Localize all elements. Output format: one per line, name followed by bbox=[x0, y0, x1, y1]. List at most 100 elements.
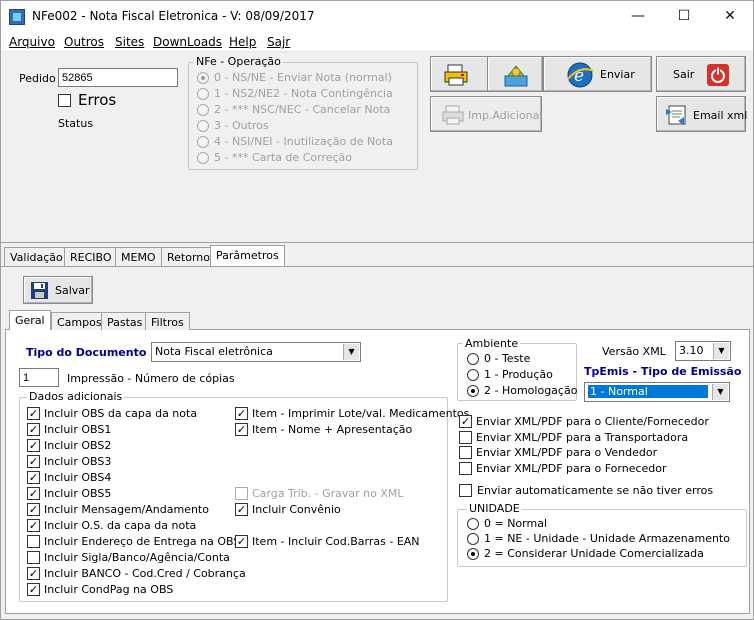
tab-retorno[interactable]: Retorno bbox=[161, 247, 216, 266]
ambiente-option-1-label: 1 - Produção bbox=[484, 368, 553, 381]
tipo-documento-label: Tipo do Documento : bbox=[26, 346, 155, 359]
dados-left-10-checkbox[interactable]: ✓ bbox=[27, 567, 40, 580]
tab-memo[interactable]: MEMO bbox=[115, 247, 162, 266]
chevron-down-icon[interactable]: ▼ bbox=[712, 384, 728, 400]
menu-bar: Arquivo Outros Sites DownLoads Help Sajr bbox=[1, 32, 753, 52]
tab-filtros[interactable]: Filtros bbox=[145, 312, 190, 330]
versao-xml-select[interactable]: 3.10 ▼ bbox=[675, 341, 731, 361]
dados-left-2-label: Incluir OBS2 bbox=[44, 439, 112, 452]
dados-right-1-label: Item - Nome + Apresentação bbox=[252, 423, 413, 436]
cod-barras-checkbox[interactable]: ✓ bbox=[235, 535, 248, 548]
operacao-option-3-radio[interactable] bbox=[197, 120, 209, 132]
dados-left-4-checkbox[interactable]: ✓ bbox=[27, 471, 40, 484]
sair-button[interactable]: Sair bbox=[656, 56, 746, 92]
chevron-down-icon[interactable]: ▼ bbox=[343, 344, 359, 360]
imp-adicional-label: Imp.Adicional bbox=[468, 109, 543, 122]
carga-trib-checkbox[interactable] bbox=[235, 487, 248, 500]
unidade-title: UNIDADE bbox=[467, 502, 522, 515]
tab-pastas[interactable]: Pastas bbox=[101, 312, 149, 330]
ambiente-option-0-radio[interactable] bbox=[467, 353, 479, 365]
operacao-option-5-radio[interactable] bbox=[197, 152, 209, 164]
tipo-documento-select[interactable]: Nota Fiscal eletrônica ▼ bbox=[151, 342, 361, 362]
unidade-option-2-radio[interactable] bbox=[467, 548, 479, 560]
auto-envio-checkbox[interactable] bbox=[459, 484, 472, 497]
ie-send-icon: e bbox=[567, 62, 595, 88]
versao-xml-value: 3.10 bbox=[679, 344, 704, 357]
tpemis-label: TpEmis - Tipo de Emissão bbox=[584, 365, 742, 378]
enviar-opt-1-label: Enviar XML/PDF para a Transportadora bbox=[476, 430, 689, 444]
sair-label: Sair bbox=[673, 68, 695, 81]
ambiente-option-1-radio[interactable] bbox=[467, 369, 479, 381]
chevron-down-icon[interactable]: ▼ bbox=[713, 343, 729, 359]
menu-downloads[interactable]: DownLoads bbox=[153, 35, 222, 49]
copias-input[interactable] bbox=[19, 368, 59, 387]
ambiente-option-2-label: 2 - Homologação bbox=[484, 384, 578, 397]
operacao-option-2-radio[interactable] bbox=[197, 104, 209, 116]
imp-adicional-button[interactable]: Imp.Adicional bbox=[430, 96, 542, 132]
config-button[interactable] bbox=[487, 56, 543, 92]
dados-left-4-label: Incluir OBS4 bbox=[44, 471, 112, 484]
maximize-button[interactable]: ☐ bbox=[661, 1, 707, 32]
status-label: Status bbox=[58, 117, 94, 130]
dados-left-9-checkbox[interactable] bbox=[27, 551, 40, 564]
tab-recibo[interactable]: RECIBO bbox=[64, 247, 118, 266]
dados-left-5-checkbox[interactable]: ✓ bbox=[27, 487, 40, 500]
enviar-opt-2-checkbox[interactable] bbox=[459, 446, 472, 459]
unidade-option-2-label: 2 = Considerar Unidade Comercializada bbox=[484, 547, 704, 560]
dados-right-1-checkbox[interactable]: ✓ bbox=[235, 423, 248, 436]
dados-right-0-label: Item - Imprimir Lote/val. Medicamentos bbox=[252, 407, 470, 420]
salvar-button[interactable]: Salvar bbox=[23, 276, 93, 304]
dados-left-3-label: Incluir OBS3 bbox=[44, 455, 112, 468]
operacao-option-4-radio[interactable] bbox=[197, 136, 209, 148]
floppy-disk-icon bbox=[31, 282, 48, 299]
enviar-opt-0-checkbox[interactable]: ✓ bbox=[459, 415, 472, 428]
email-xml-button[interactable]: Email xml bbox=[656, 96, 748, 132]
menu-outros[interactable]: Outros bbox=[64, 35, 104, 49]
operacao-option-1-radio[interactable] bbox=[197, 88, 209, 100]
operacao-option-4-label: 4 - NSI/NEI - Inutilização de Nota bbox=[214, 135, 393, 148]
title-bar[interactable]: NFe002 - Nota Fiscal Eletronica - V: 08/… bbox=[1, 1, 753, 32]
dados-left-8-checkbox[interactable] bbox=[27, 535, 40, 548]
tab-validacao[interactable]: Validação bbox=[4, 247, 69, 266]
ambiente-option-2-radio[interactable] bbox=[467, 385, 479, 397]
close-button[interactable]: ✕ bbox=[707, 1, 753, 32]
dados-left-3-checkbox[interactable]: ✓ bbox=[27, 455, 40, 468]
printer-disabled-icon bbox=[442, 105, 464, 125]
app-icon bbox=[9, 9, 25, 25]
operacao-option-5-label: 5 - *** Carta de Correção bbox=[214, 151, 353, 164]
tab-campos[interactable]: Campos bbox=[51, 312, 108, 330]
dados-left-1-checkbox[interactable]: ✓ bbox=[27, 423, 40, 436]
enviar-opt-0-label: Enviar XML/PDF para o Cliente/Fornecedor bbox=[476, 415, 709, 428]
tab-geral[interactable]: Geral bbox=[9, 310, 51, 330]
dados-right-0-checkbox[interactable]: ✓ bbox=[235, 407, 248, 420]
enviar-opt-1-checkbox[interactable] bbox=[459, 430, 472, 444]
operacao-option-0-radio[interactable] bbox=[197, 72, 209, 84]
enviar-button[interactable]: e Enviar bbox=[543, 56, 652, 92]
unidade-option-1-radio[interactable] bbox=[467, 533, 479, 545]
operacao-option-3-label: 3 - Outros bbox=[214, 119, 269, 132]
incluir-convenio-checkbox[interactable]: ✓ bbox=[235, 503, 248, 516]
unidade-option-0-label: 0 = Normal bbox=[484, 517, 548, 530]
tab-parametros[interactable]: Parâmetros bbox=[210, 245, 285, 267]
tpemis-select[interactable]: 1 - Normal ▼ bbox=[584, 382, 730, 402]
unidade-option-0-radio[interactable] bbox=[467, 518, 479, 530]
erros-label: Erros bbox=[78, 91, 117, 109]
window-title: NFe002 - Nota Fiscal Eletronica - V: 08/… bbox=[32, 9, 315, 23]
dados-left-2-checkbox[interactable]: ✓ bbox=[27, 439, 40, 452]
cod-barras-label: Item - Incluir Cod.Barras - EAN bbox=[252, 535, 420, 548]
erros-checkbox[interactable] bbox=[58, 94, 71, 107]
dados-left-11-checkbox[interactable]: ✓ bbox=[27, 583, 40, 596]
unidade-option-1-label: 1 = NE - Unidade - Unidade Armazenamento bbox=[484, 532, 730, 545]
menu-arquivo[interactable]: Arquivo bbox=[9, 35, 55, 49]
menu-sajr[interactable]: Sajr bbox=[267, 35, 290, 49]
enviar-opt-3-checkbox[interactable] bbox=[459, 461, 472, 475]
dados-left-0-checkbox[interactable]: ✓ bbox=[27, 407, 40, 420]
minimize-button[interactable]: — bbox=[615, 1, 661, 32]
dados-left-6-checkbox[interactable]: ✓ bbox=[27, 503, 40, 516]
auto-envio-label: Enviar automaticamente se não tiver erro… bbox=[477, 484, 714, 497]
menu-sites[interactable]: Sites bbox=[115, 35, 144, 49]
dados-left-7-checkbox[interactable]: ✓ bbox=[27, 519, 40, 532]
pedido-input[interactable] bbox=[58, 68, 178, 87]
menu-help[interactable]: Help bbox=[229, 35, 256, 49]
email-xml-label: Email xml bbox=[693, 109, 748, 122]
